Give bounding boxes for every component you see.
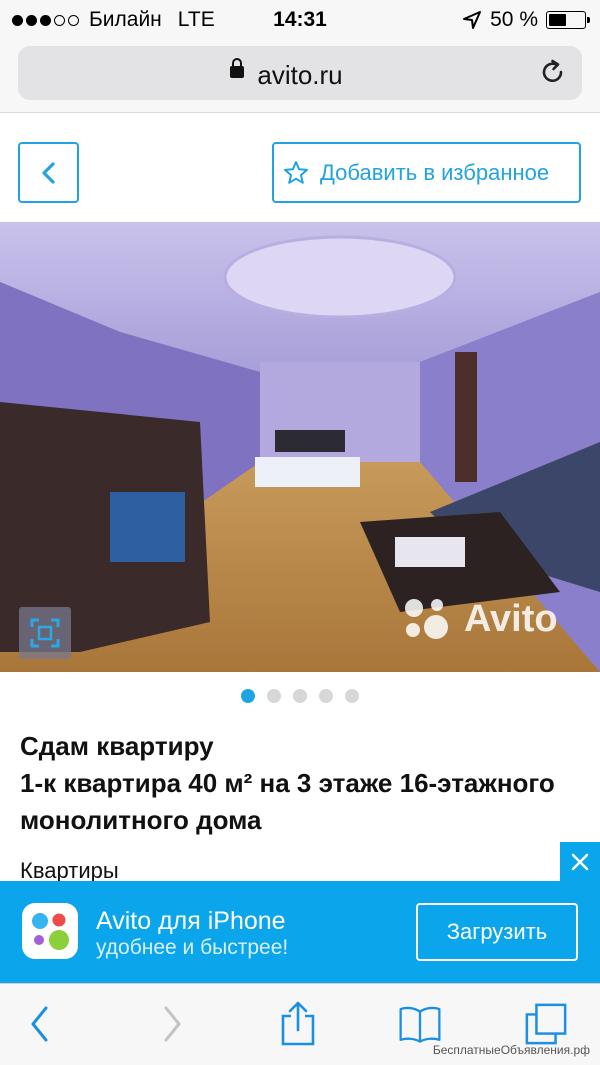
url-domain: avito.ru: [257, 60, 343, 90]
avito-logo-icon: [405, 599, 448, 639]
tabs-icon: [525, 1003, 567, 1045]
chevron-right-icon: [164, 1006, 181, 1042]
address-bar[interactable]: avito.ru: [18, 46, 582, 100]
add-to-favorites-label: Добавить в избранное: [320, 159, 550, 185]
gallery-dot[interactable]: [267, 689, 281, 703]
close-icon: [571, 853, 589, 871]
share-button[interactable]: [276, 1001, 320, 1046]
avito-watermark: Avito: [402, 596, 558, 642]
share-icon: [281, 1001, 315, 1046]
gallery-dot[interactable]: [319, 689, 333, 703]
status-right: 50 %: [462, 8, 590, 32]
site-credit: БесплатныеОбъявления.рф: [432, 1043, 590, 1057]
browser-forward-button[interactable]: [150, 1002, 194, 1046]
book-icon: [399, 1006, 441, 1043]
battery-icon: [546, 11, 590, 29]
browser-back-button[interactable]: [18, 1002, 62, 1046]
battery-percent: 50 %: [490, 8, 538, 31]
status-bar: Билайн LTE 14:31 50 %: [0, 0, 600, 40]
install-app-button[interactable]: Загрузить: [416, 903, 578, 961]
reload-icon[interactable]: [538, 58, 568, 88]
listing-photo[interactable]: Avito: [0, 222, 600, 672]
banner-subtitle: удобнее и быстрее!: [96, 936, 289, 959]
listing-title-line2: 1-к квартира 40 м² на 3 этаже 16-этажног…: [20, 768, 555, 835]
chevron-left-icon: [31, 1006, 48, 1042]
listing-title-line1: Сдам квартиру: [20, 731, 214, 761]
app-promo-banner: Avito для iPhone удобнее и быстрее! Загр…: [0, 881, 600, 983]
gallery-dot[interactable]: [293, 689, 307, 703]
watermark-text: Avito: [464, 597, 558, 640]
add-to-favorites-button[interactable]: Добавить в избранное: [272, 142, 581, 203]
star-outline-icon: [284, 160, 308, 184]
chrome-divider: [0, 112, 600, 122]
tabs-button[interactable]: [524, 1002, 568, 1046]
gallery-dot[interactable]: [241, 689, 255, 703]
gallery-dot[interactable]: [345, 689, 359, 703]
banner-close-button[interactable]: [560, 842, 600, 882]
avito-app-icon: [22, 903, 78, 959]
banner-title: Avito для iPhone: [96, 907, 286, 935]
browser-chrome: avito.ru: [0, 40, 600, 112]
chevron-left-icon: [41, 161, 55, 184]
back-button[interactable]: [18, 142, 79, 203]
bookmarks-button[interactable]: [398, 1002, 442, 1046]
fullscreen-icon: [30, 618, 60, 648]
listing-title: Сдам квартиру 1-к квартира 40 м² на 3 эт…: [20, 728, 580, 839]
location-arrow-icon: [463, 11, 482, 29]
fullscreen-button[interactable]: [19, 607, 71, 659]
gallery-pager[interactable]: [0, 689, 600, 703]
browser-toolbar: БесплатныеОбъявления.рф: [0, 983, 600, 1065]
